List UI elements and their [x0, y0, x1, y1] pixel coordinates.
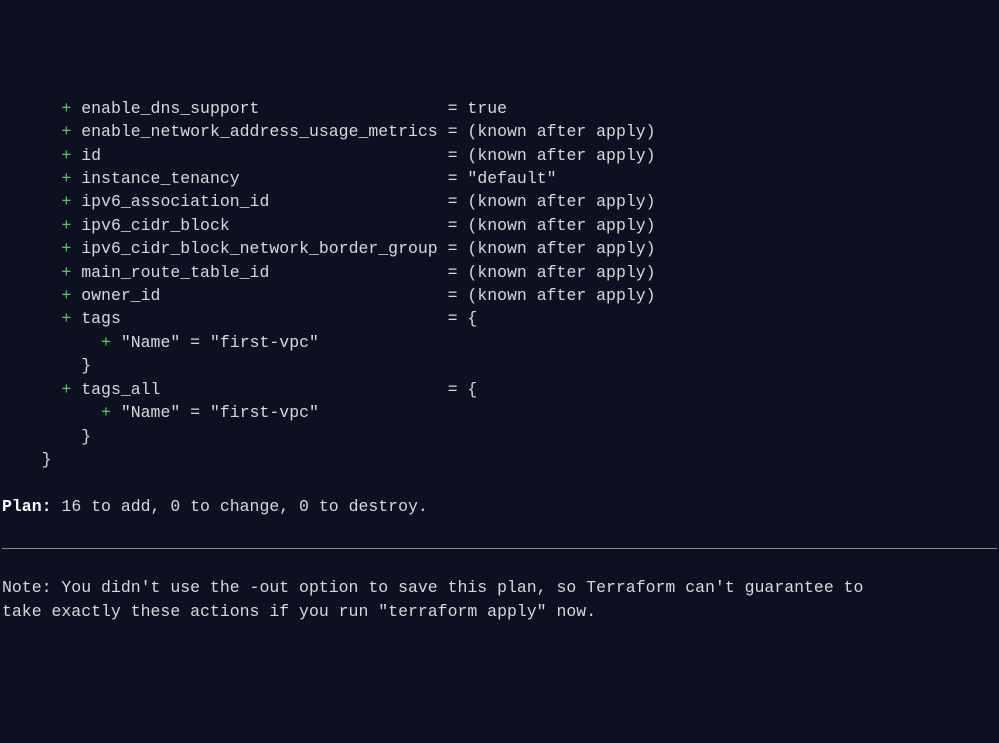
tags-close: }	[2, 354, 997, 377]
note-line-2: take exactly these actions if you run "t…	[2, 600, 997, 623]
attr-line-owner_id: + owner_id = (known after apply)	[2, 284, 997, 307]
tags-open: + tags = {	[2, 307, 997, 330]
attr-line-enable_network_address_usage_metrics: + enable_network_address_usage_metrics =…	[2, 120, 997, 143]
terminal-output: + enable_dns_support = true + enable_net…	[0, 94, 999, 626]
attr-line-ipv6_cidr_block: + ipv6_cidr_block = (known after apply)	[2, 214, 997, 237]
attr-line-enable_dns_support: + enable_dns_support = true	[2, 97, 997, 120]
attr-line-instance_tenancy: + instance_tenancy = "default"	[2, 167, 997, 190]
attr-line-main_route_table_id: + main_route_table_id = (known after app…	[2, 261, 997, 284]
plan-summary: Plan: 16 to add, 0 to change, 0 to destr…	[2, 495, 997, 518]
attr-line-id: + id = (known after apply)	[2, 144, 997, 167]
tags-all-open: + tags_all = {	[2, 378, 997, 401]
tags-all-entry: + "Name" = "first-vpc"	[2, 401, 997, 424]
note-line-1: Note: You didn't use the -out option to …	[2, 576, 997, 599]
resource-attributes: + enable_dns_support = true + enable_net…	[2, 97, 997, 308]
resource-close: }	[2, 448, 997, 471]
tags-all-close: }	[2, 425, 997, 448]
attr-line-ipv6_association_id: + ipv6_association_id = (known after app…	[2, 190, 997, 213]
attr-line-ipv6_cidr_block_network_border_group: + ipv6_cidr_block_network_border_group =…	[2, 237, 997, 260]
tags-entry: + "Name" = "first-vpc"	[2, 331, 997, 354]
blank-line	[2, 471, 997, 494]
divider	[2, 548, 997, 549]
